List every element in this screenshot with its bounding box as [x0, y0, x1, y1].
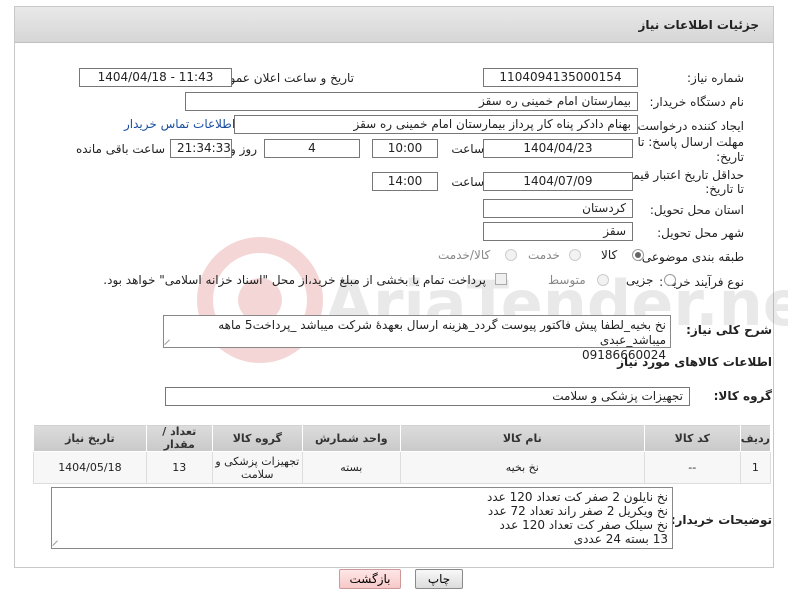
process-option-medium: متوسط	[548, 273, 586, 287]
reply-time-field: 10:00	[372, 139, 438, 158]
category-option-service: خدمت	[528, 248, 560, 262]
province-field: کردستان	[483, 199, 633, 218]
category-option-both: کالا/خدمت	[438, 248, 491, 262]
category-radio-service[interactable]	[569, 249, 581, 261]
col-unit: واحد شمارش	[301, 424, 401, 452]
cell-date: 1404/05/18	[33, 451, 147, 484]
city-label: شهر محل تحویل:	[657, 226, 744, 240]
category-label: طبقه بندی موضوعی:	[637, 250, 744, 264]
col-row: ردیف	[739, 424, 772, 452]
resize-grip-icon[interactable]	[52, 539, 60, 547]
buyer-contact-link[interactable]: اطلاعات تماس خریدار	[124, 117, 235, 131]
cell-qty: 13	[145, 451, 213, 484]
reply-time-label: ساعت	[451, 142, 484, 156]
treasury-payment-note: پرداخت تمام یا بخشی از مبلغ خرید،از محل …	[103, 273, 486, 287]
goods-table: ردیف کد کالا نام کالا واحد شمارش گروه کا…	[33, 424, 772, 484]
description-line-2: 09186660024	[582, 348, 666, 362]
need-number-field: 1104094135000154	[483, 68, 638, 87]
province-label: استان محل تحویل:	[649, 203, 744, 217]
remaining-time-field: 21:34:33	[170, 139, 232, 158]
col-date: تاریخ نیاز	[33, 424, 147, 452]
category-option-goods: کالا	[601, 248, 618, 262]
description-label: شرح کلی نیاز:	[686, 323, 772, 337]
description-textarea: نخ بخیه_لطفا پیش فاکتور پیوست گردد_هزینه…	[163, 315, 671, 362]
price-validity-label-1: حداقل تاریخ اعتبار قیمت:	[617, 168, 744, 182]
resize-grip-icon[interactable]	[164, 338, 172, 346]
days-label: روز و	[230, 142, 257, 156]
treasury-payment-checkbox[interactable]	[495, 273, 507, 285]
remaining-label: ساعت باقی مانده	[75, 142, 165, 156]
table-row: 1 -- نخ بخیه بسته تجهیزات پزشکی و سلامت …	[33, 451, 772, 484]
buyer-org-field: بیمارستان امام خمینی ره سقز	[185, 92, 638, 111]
buyer-notes-textarea: نخ نایلون 2 صفر کت تعداد 120 عدد نخ ویکر…	[51, 487, 673, 549]
reply-deadline-label-2: تاریخ:	[716, 150, 744, 164]
cell-code: --	[643, 451, 741, 484]
creator-label: ایجاد کننده درخواست:	[633, 119, 744, 133]
process-option-minor: جزیی	[626, 273, 654, 287]
price-validity-label-2: تا تاریخ:	[705, 182, 744, 196]
buyer-notes-label: توضیحات خریدار:	[670, 513, 772, 527]
cell-name: نخ بخیه	[399, 451, 645, 484]
category-radio-both[interactable]	[505, 249, 517, 261]
goods-group-field: تجهیزات پزشکی و سلامت	[165, 387, 690, 406]
category-radio-goods[interactable]	[632, 249, 644, 261]
reply-days-field: 4	[264, 139, 360, 158]
buyer-notes-line-1: نخ نایلون 2 صفر کت تعداد 120 عدد	[487, 490, 668, 504]
buyer-notes-line-2: نخ ویکریل 2 صفر راند تعداد 72 عدد	[487, 504, 668, 518]
cell-row: 1	[739, 451, 772, 484]
col-code: کد کالا	[643, 424, 741, 452]
goods-section-title: اطلاعات کالاهای مورد نیاز	[617, 355, 772, 369]
need-number-label: شماره نیاز:	[687, 71, 744, 85]
col-group: گروه کالا	[211, 424, 303, 452]
reply-date-field: 1404/04/23	[483, 139, 633, 158]
goods-table-header: ردیف کد کالا نام کالا واحد شمارش گروه کا…	[33, 424, 772, 452]
page-title: جزئیات اطلاعات نیاز	[638, 18, 759, 32]
announce-field: 1404/04/18 - 11:43	[79, 68, 232, 87]
description-line-1: نخ بخیه_لطفا پیش فاکتور پیوست گردد_هزینه…	[218, 318, 666, 347]
col-name: نام کالا	[399, 424, 645, 452]
process-radio-minor[interactable]	[664, 274, 676, 286]
reply-deadline-label-1: مهلت ارسال پاسخ: تا	[637, 135, 744, 149]
city-field: سقز	[483, 222, 633, 241]
back-button[interactable]: بازگشت	[339, 569, 401, 589]
buyer-notes-line-3: نخ سیلک صفر کت تعداد 120 عدد	[499, 518, 668, 532]
goods-group-label: گروه کالا:	[713, 389, 772, 403]
price-validity-date-field: 1404/07/09	[483, 172, 633, 191]
cell-group: تجهیزات پزشکی و سلامت	[211, 451, 303, 484]
price-validity-time-field: 14:00	[372, 172, 438, 191]
price-validity-time-label: ساعت	[451, 175, 484, 189]
panel-header: جزئیات اطلاعات نیاز	[15, 7, 773, 43]
creator-field: بهنام دادکر پناه کار پرداز بیمارستان اما…	[234, 115, 638, 134]
buyer-notes-line-4: 13 بسته 24 عددی	[573, 532, 668, 546]
print-button[interactable]: چاپ	[415, 569, 463, 589]
cell-unit: بسته	[301, 451, 401, 484]
process-radio-medium[interactable]	[597, 274, 609, 286]
buyer-org-label: نام دستگاه خریدار:	[649, 95, 745, 109]
col-qty: تعداد / مقدار	[145, 424, 213, 452]
